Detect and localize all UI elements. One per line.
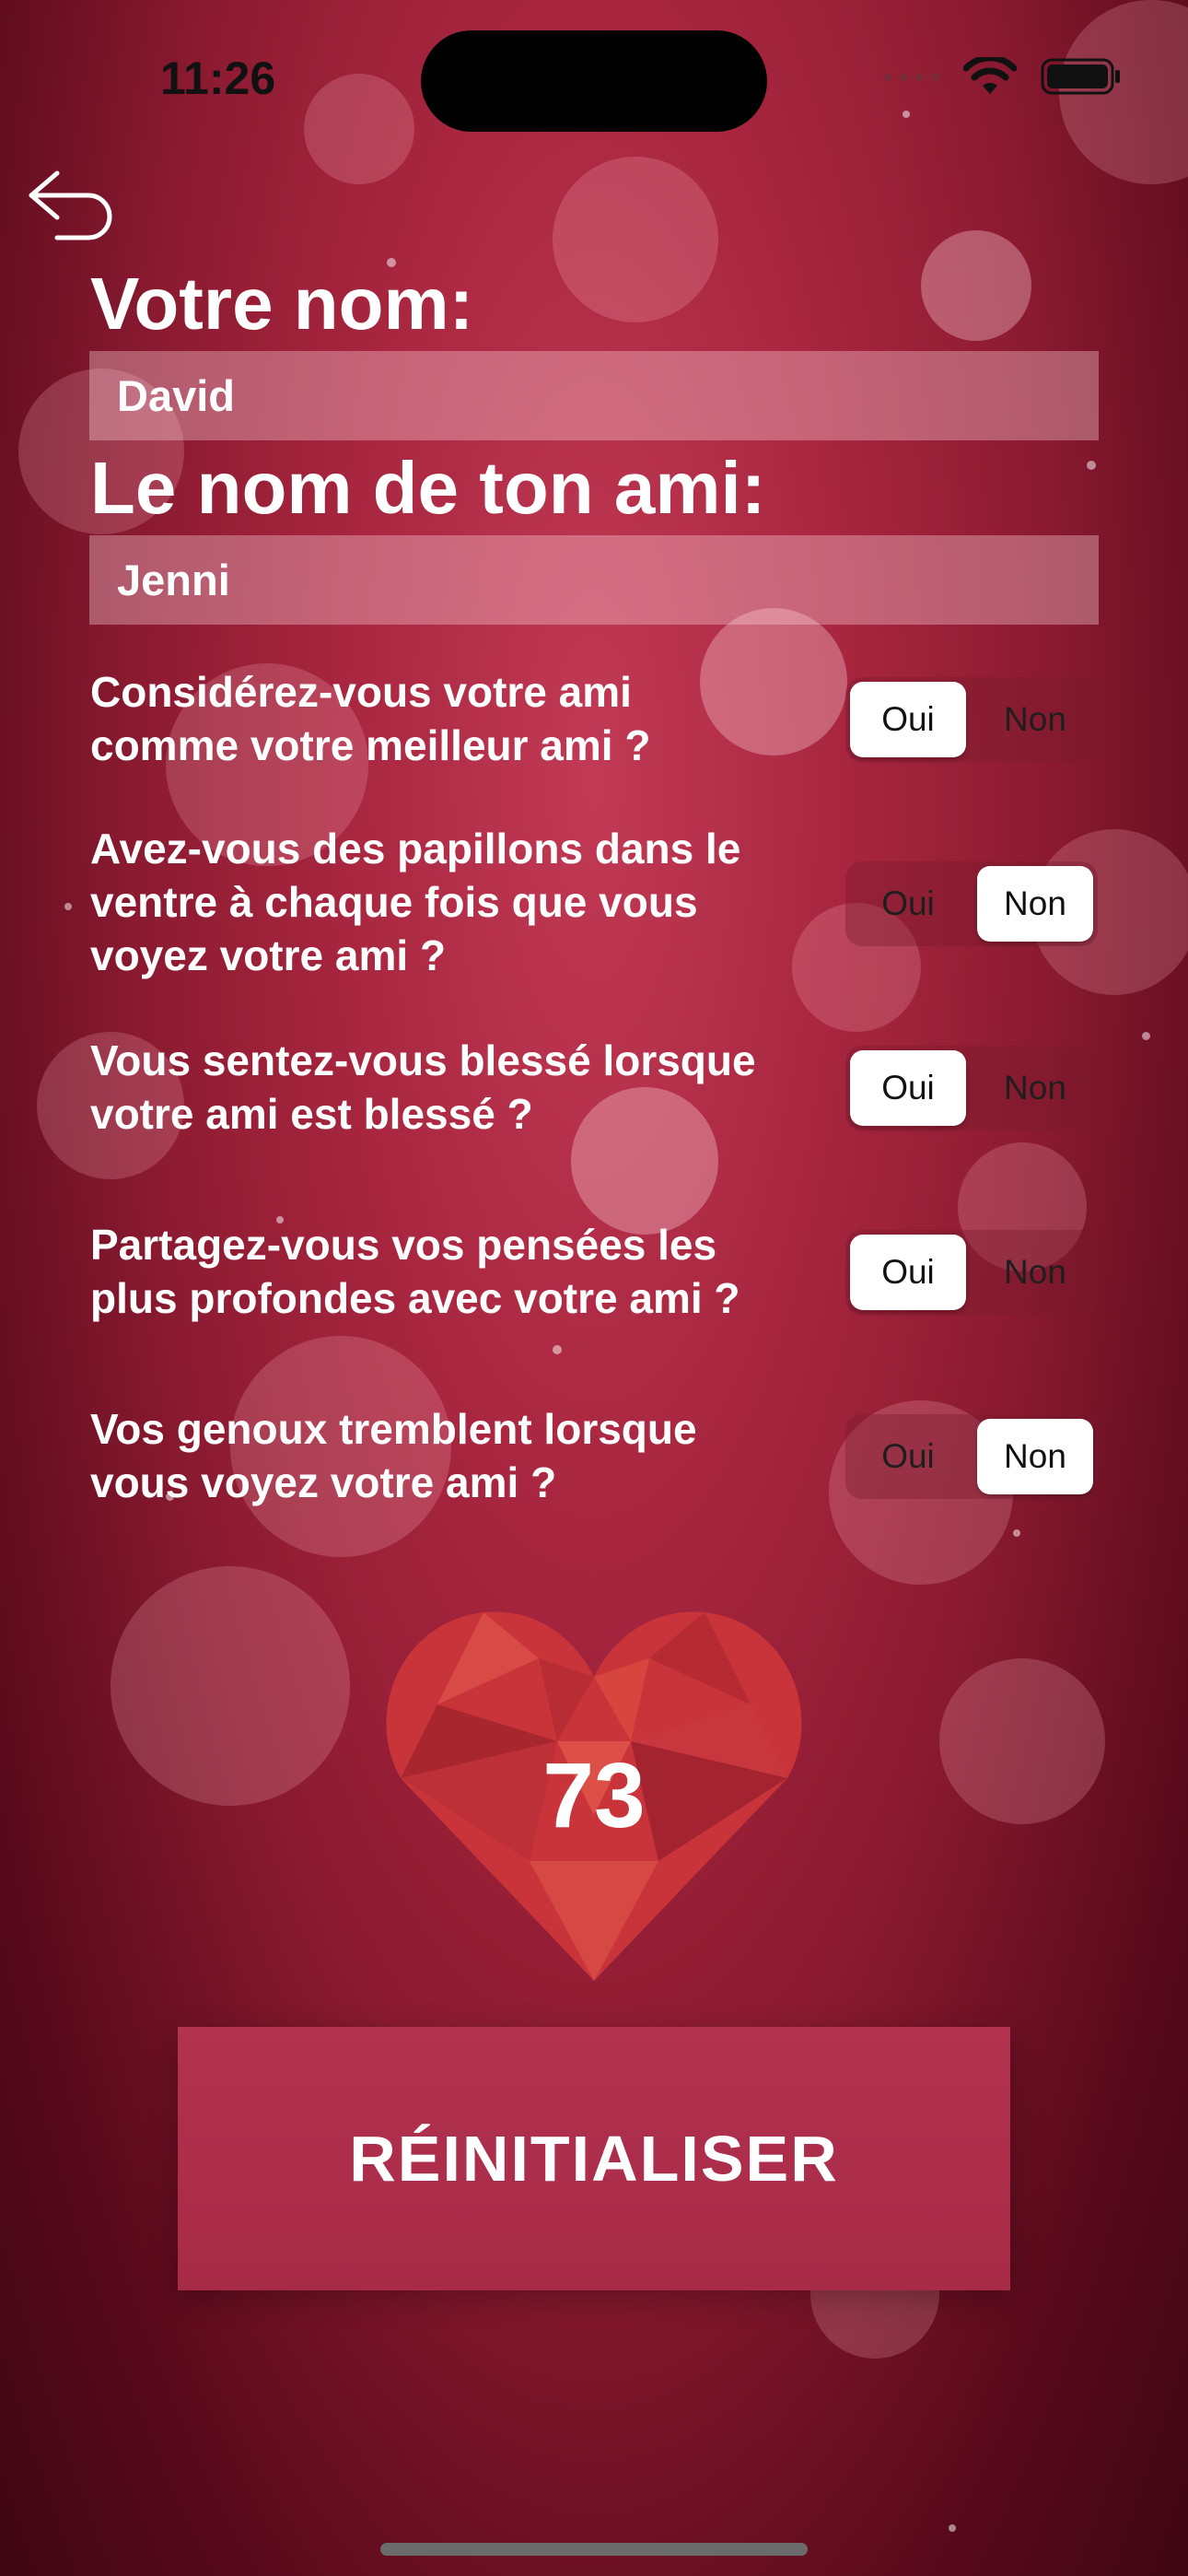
question-5-text: Vos genoux tremblent lorsque vous voyez … (90, 1402, 845, 1509)
your-name-label: Votre nom: (90, 263, 474, 345)
undo-arrow-icon[interactable] (24, 164, 112, 252)
dynamic-island (421, 30, 767, 132)
home-indicator[interactable] (380, 2543, 808, 2556)
status-icons (884, 57, 1122, 96)
no-option[interactable]: Non (977, 1050, 1093, 1126)
no-option[interactable]: Non (977, 1235, 1093, 1310)
question-line: Partagez-vous vos pensées les (90, 1221, 717, 1269)
status-time: 11:26 (160, 53, 276, 104)
question-1-text: Considérez-vous votre ami comme votre me… (90, 665, 845, 772)
question-line: Vous sentez-vous blessé lorsque (90, 1036, 756, 1084)
reset-button[interactable]: RÉINITIALISER (178, 2027, 1010, 2290)
yes-option[interactable]: Oui (850, 1050, 966, 1126)
question-5-toggle[interactable]: Oui Non (845, 1414, 1098, 1499)
question-line: ventre à chaque fois que vous (90, 878, 698, 926)
yes-option[interactable]: Oui (850, 1419, 966, 1494)
wifi-icon (963, 57, 1017, 94)
question-line: Vos genoux tremblent lorsque (90, 1405, 697, 1453)
question-4-text: Partagez-vous vos pensées les plus profo… (90, 1218, 845, 1325)
no-option[interactable]: Non (977, 1419, 1093, 1494)
question-2-text: Avez-vous des papillons dans le ventre à… (90, 822, 845, 982)
question-line: Avez-vous des papillons dans le (90, 825, 741, 872)
question-line: Considérez-vous votre ami (90, 668, 632, 716)
question-line: votre ami est blessé ? (90, 1090, 533, 1138)
yes-option[interactable]: Oui (850, 682, 966, 757)
no-option[interactable]: Non (977, 866, 1093, 942)
friend-name-input[interactable] (89, 535, 1099, 625)
question-1-toggle[interactable]: Oui Non (845, 677, 1098, 762)
your-name-input[interactable] (89, 351, 1099, 440)
question-line: plus profondes avec votre ami ? (90, 1274, 740, 1322)
question-line: comme votre meilleur ami ? (90, 721, 651, 769)
love-score: 73 (542, 1744, 646, 1847)
signal-dots-icon (884, 72, 939, 81)
friend-name-label: Le nom de ton ami: (90, 447, 766, 529)
question-4-toggle[interactable]: Oui Non (845, 1230, 1098, 1315)
yes-option[interactable]: Oui (850, 1235, 966, 1310)
battery-icon (1041, 58, 1120, 95)
question-line: vous voyez votre ami ? (90, 1458, 557, 1506)
question-3-text: Vous sentez-vous blessé lorsque votre am… (90, 1034, 845, 1141)
question-3-toggle[interactable]: Oui Non (845, 1046, 1098, 1130)
question-2-toggle[interactable]: Oui Non (845, 861, 1098, 946)
question-line: voyez votre ami ? (90, 931, 447, 979)
yes-option[interactable]: Oui (850, 866, 966, 942)
no-option[interactable]: Non (977, 682, 1093, 757)
